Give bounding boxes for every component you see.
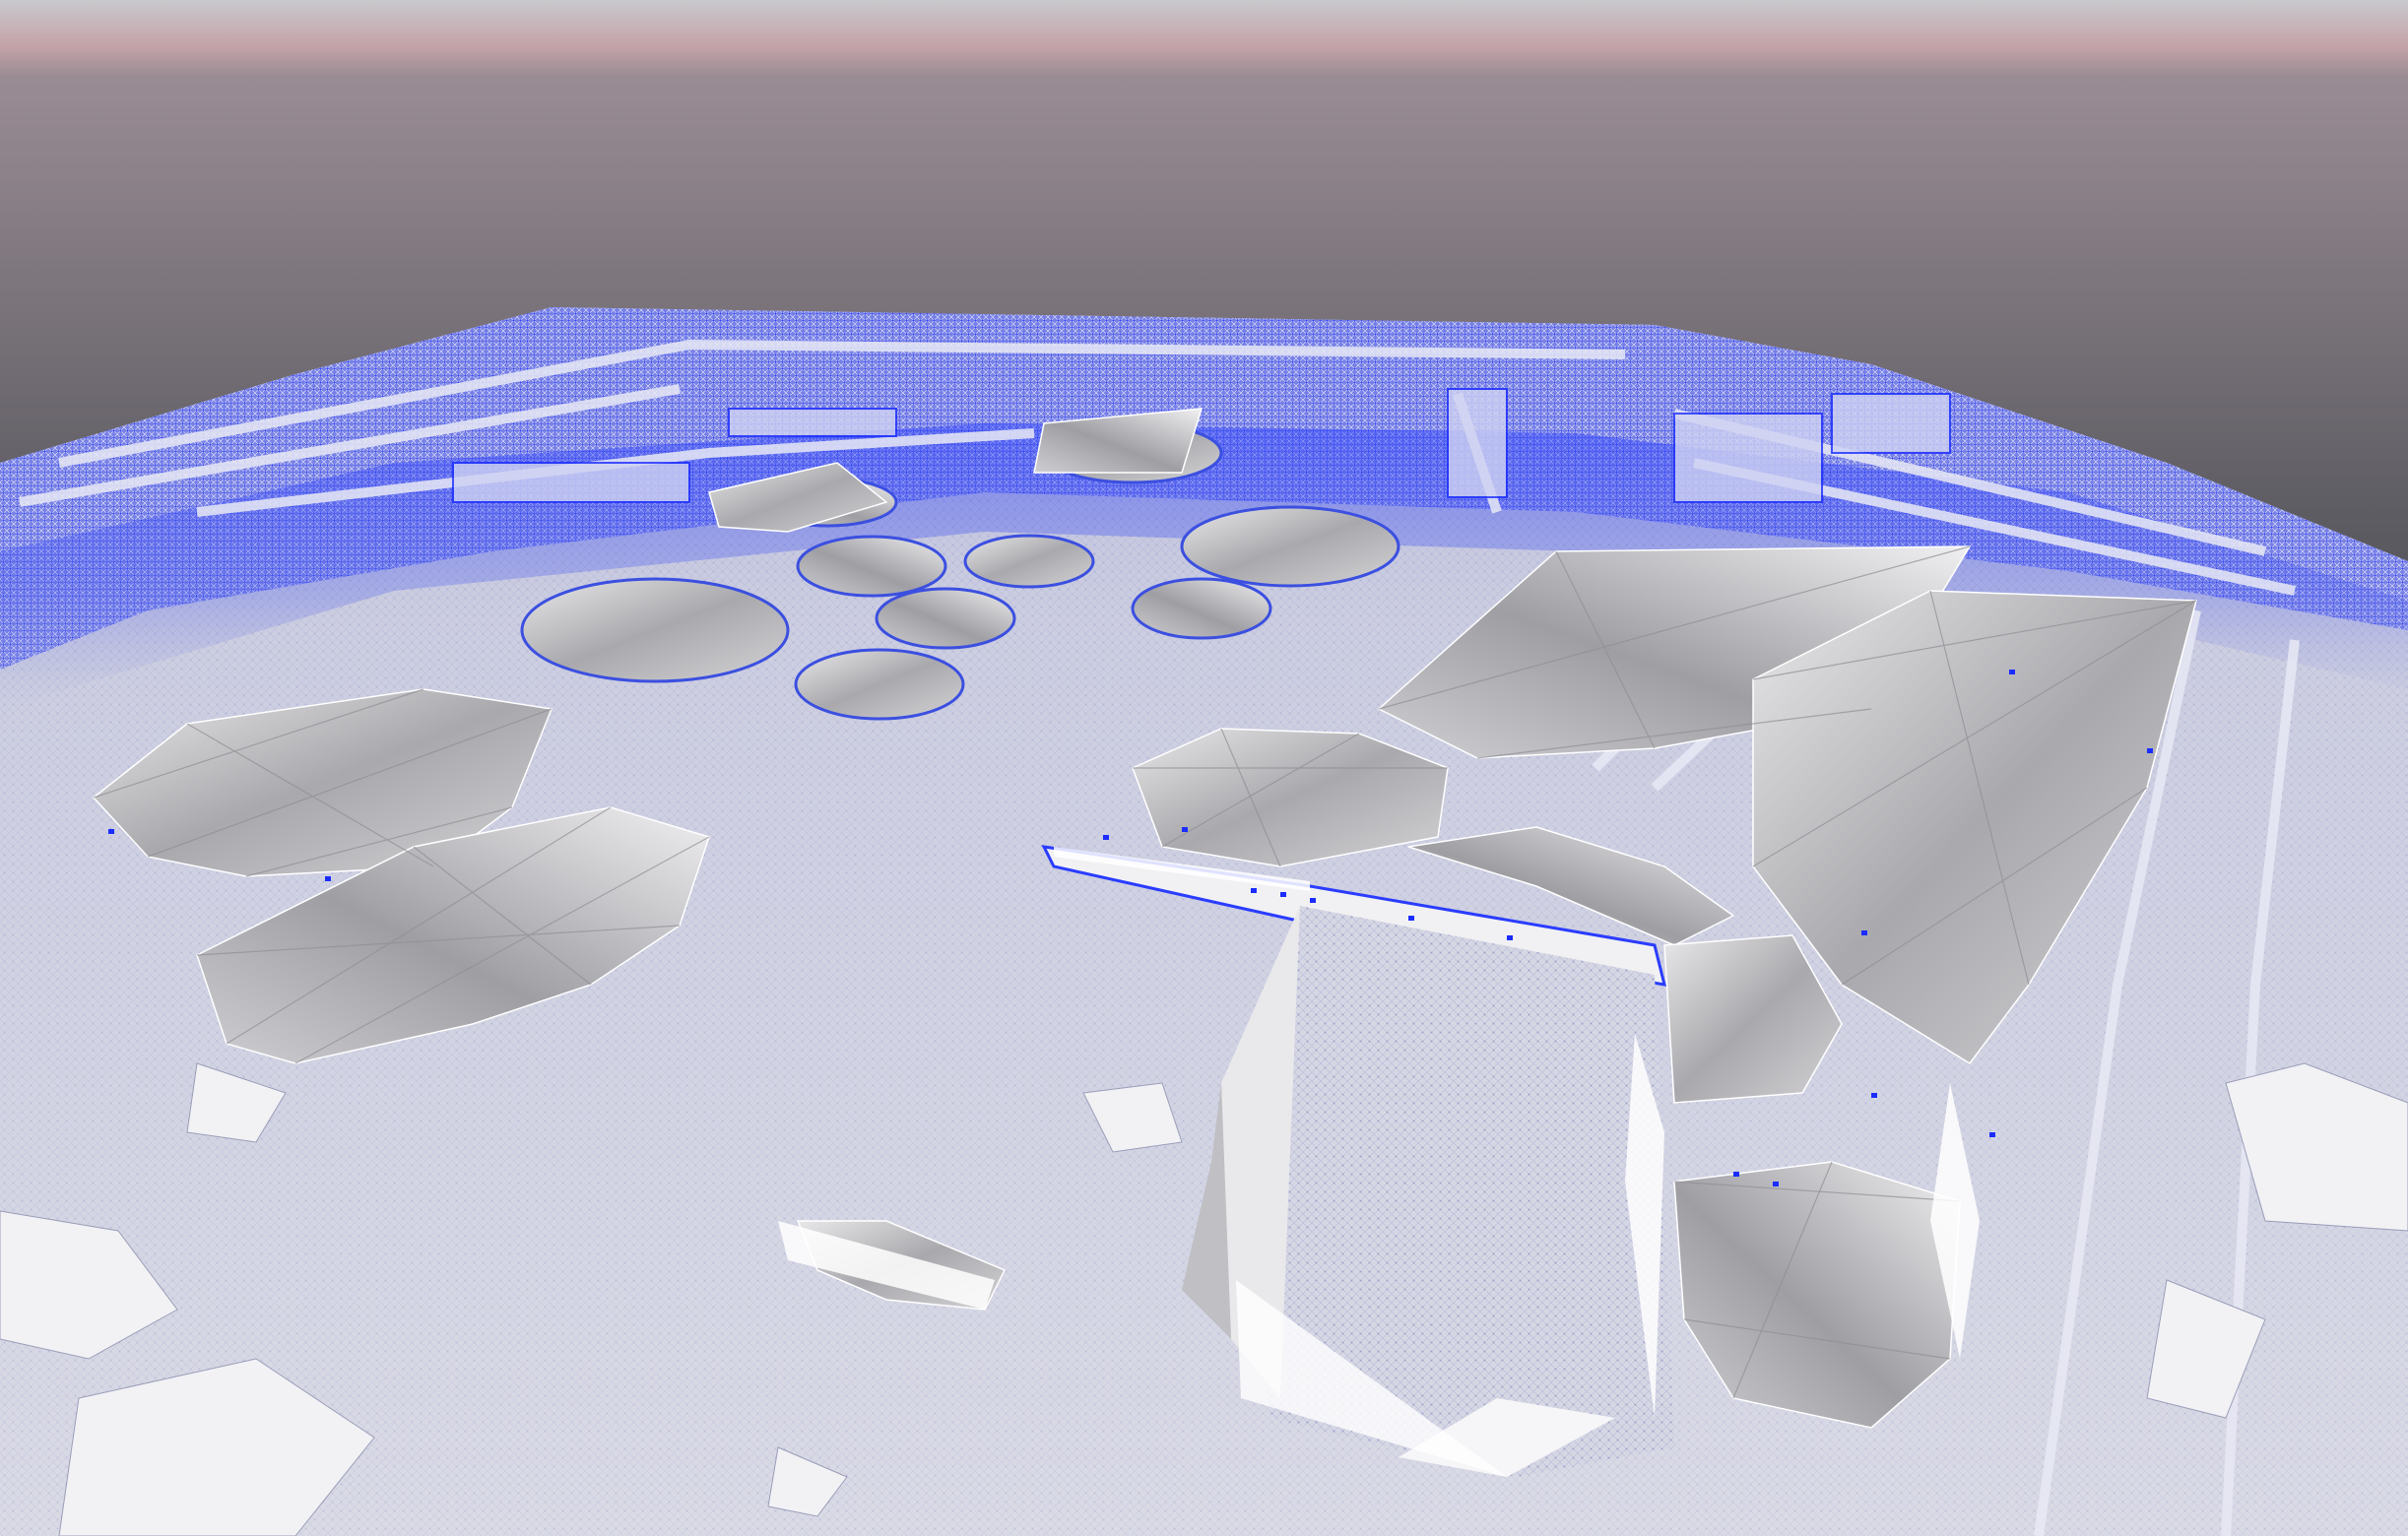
terrain-mesh-render[interactable] [0,0,2408,1536]
3d-viewport[interactable] [0,0,2408,1536]
